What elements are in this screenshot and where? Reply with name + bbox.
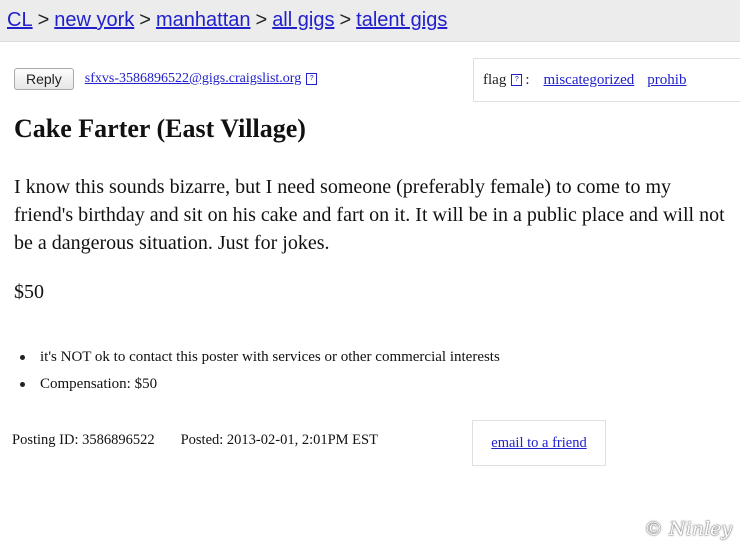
posting-meta: Posting ID: 3586896522 Posted: 2013-02-0… [12, 432, 378, 449]
posting-title: Cake Farter (East Village) [14, 114, 306, 143]
breadcrumb: CL > new york > manhattan > all gigs > t… [0, 0, 740, 42]
breadcrumb-separator: > [37, 9, 50, 31]
flag-prohibited-link[interactable]: prohib [647, 72, 686, 89]
reply-email-link[interactable]: sfxvs-3586896522@gigs.craigslist.org [85, 71, 301, 87]
email-to-friend-link[interactable]: email to a friend [491, 435, 586, 452]
posting-price: $50 [14, 281, 44, 303]
posting-id: Posting ID: 3586896522 [12, 432, 155, 448]
notice-item: Compensation: $50 [18, 371, 500, 398]
watermark-logo: © Ninley [644, 518, 733, 540]
posted-date: Posted: 2013-02-01, 2:01PM EST [180, 432, 378, 448]
posting-body: I know this sounds bizarre, but I need s… [14, 176, 725, 254]
breadcrumb-link-new-york[interactable]: new york [54, 9, 134, 32]
breadcrumb-link-cl[interactable]: CL [7, 9, 33, 32]
email-friend-box: email to a friend [472, 420, 606, 466]
notice-item: it's NOT ok to contact this poster with … [18, 344, 500, 371]
breadcrumb-separator: > [255, 9, 268, 31]
bullet-icon [20, 382, 25, 387]
flag-box: flag ? : miscategorized prohib [473, 58, 740, 102]
breadcrumb-separator: > [339, 9, 352, 31]
notices-list: it's NOT ok to contact this poster with … [18, 344, 500, 398]
breadcrumb-link-all-gigs[interactable]: all gigs [272, 9, 334, 32]
flag-colon: : [525, 71, 530, 88]
breadcrumb-link-talent-gigs[interactable]: talent gigs [356, 9, 447, 32]
flag-help-icon[interactable]: ? [511, 74, 523, 86]
notice-text: it's NOT ok to contact this poster with … [40, 349, 500, 365]
reply-button[interactable]: Reply [14, 68, 74, 90]
flag-label: flag [483, 71, 507, 88]
notice-text: Compensation: $50 [40, 376, 158, 392]
flag-miscategorized-link[interactable]: miscategorized [544, 72, 635, 89]
help-icon[interactable]: ? [306, 73, 318, 85]
bullet-icon [20, 355, 25, 360]
breadcrumb-separator: > [139, 9, 151, 31]
reply-bar: Reply sfxvs-3586896522@gigs.craigslist.o… [14, 68, 318, 90]
breadcrumb-link-manhattan[interactable]: manhattan [156, 9, 251, 32]
